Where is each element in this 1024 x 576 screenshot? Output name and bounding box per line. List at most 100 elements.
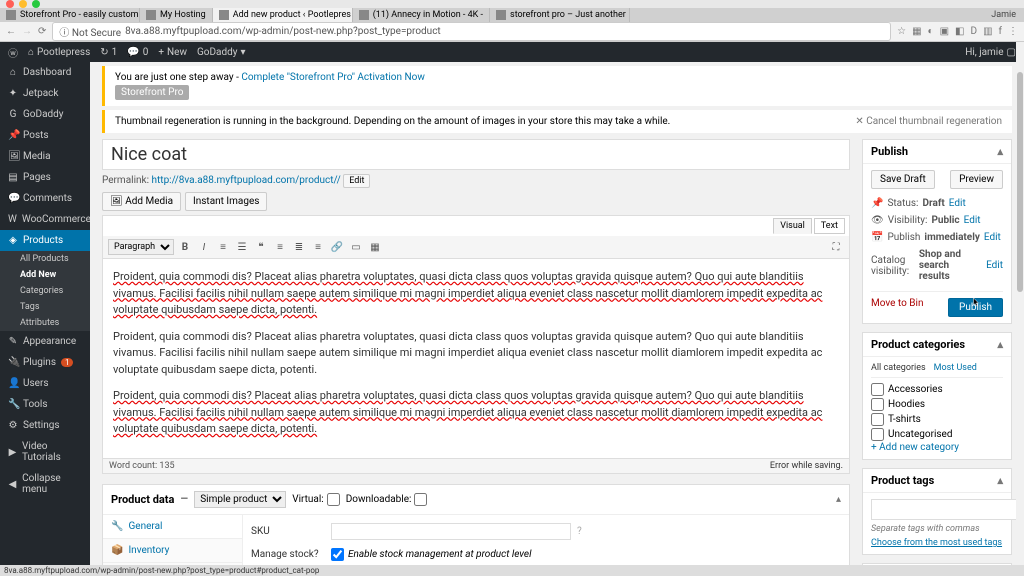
- fullscreen-icon[interactable]: ⛶: [828, 239, 844, 255]
- category-checkbox-hoodies[interactable]: Hoodies: [871, 397, 1003, 412]
- forward-button[interactable]: →: [22, 26, 32, 37]
- box-toggle-icon[interactable]: ▴: [997, 338, 1003, 351]
- scroll-thumb[interactable]: [1017, 72, 1023, 292]
- permalink-edit[interactable]: Edit: [343, 174, 370, 188]
- wp-bar-site[interactable]: ⌂ Pootlepress: [28, 47, 90, 58]
- publish-button[interactable]: Publish: [948, 298, 1003, 317]
- browser-tab[interactable]: (11) Annecy in Motion - 4K -: [353, 8, 490, 22]
- virtual-checkbox[interactable]: [327, 493, 340, 506]
- product-tab-general[interactable]: 🔧 General: [103, 515, 242, 539]
- toolbar-toggle-icon[interactable]: ▦: [367, 239, 383, 255]
- browser-tab[interactable]: storefront pro – Just another: [490, 8, 630, 22]
- more-icon[interactable]: ▭: [348, 239, 364, 255]
- editor-visual-tab[interactable]: Visual: [773, 218, 812, 234]
- category-checkbox-uncategorised[interactable]: Uncategorised: [871, 427, 1003, 442]
- instant-images-button[interactable]: Instant Images: [185, 192, 267, 211]
- sidebar-item-plugins[interactable]: 🔌Plugins 1: [0, 352, 90, 373]
- sidebar-item-appearance[interactable]: ✎Appearance: [0, 331, 90, 352]
- italic-icon[interactable]: I: [196, 239, 212, 255]
- align-right-icon[interactable]: ≡: [310, 239, 326, 255]
- sidebar-sub-all-products[interactable]: All Products: [0, 251, 90, 267]
- reload-button[interactable]: ⟳: [38, 26, 46, 37]
- url-field[interactable]: ⓘ Not Secure 8va.a88.myftpupload.com/wp-…: [52, 22, 891, 41]
- star-icon[interactable]: ☆: [897, 26, 906, 37]
- sidebar-item-users[interactable]: 👤Users: [0, 373, 90, 394]
- ext-icon[interactable]: D: [971, 26, 978, 37]
- wp-bar-new[interactable]: + New: [158, 47, 187, 58]
- ext-icon[interactable]: ◧: [955, 26, 964, 37]
- category-checkbox-t-shirts[interactable]: T-shirts: [871, 412, 1003, 427]
- ext-icon[interactable]: ▥: [983, 26, 992, 37]
- sidebar-item-collapse-menu[interactable]: ◀Collapse menu: [0, 468, 90, 500]
- cancel-regen[interactable]: ✕ Cancel thumbnail regeneration: [855, 116, 1002, 127]
- menu-icon[interactable]: ⋮: [1008, 26, 1018, 37]
- browser-tab[interactable]: Add new product ‹ Pootlepres: [213, 8, 353, 22]
- sidebar-item-posts[interactable]: 📌Posts: [0, 125, 90, 146]
- wp-bar-comments[interactable]: 💬 0: [127, 47, 148, 58]
- sidebar-item-video-tutorials[interactable]: ▶Video Tutorials: [0, 436, 90, 468]
- wp-bar-account[interactable]: Hi, jamie ▢: [965, 47, 1016, 58]
- bold-icon[interactable]: B: [177, 239, 193, 255]
- choose-tags-link[interactable]: Choose from the most used tags: [871, 538, 1002, 548]
- link-icon[interactable]: 🔗: [329, 239, 345, 255]
- save-draft-button[interactable]: Save Draft: [871, 170, 935, 189]
- edit-visibility[interactable]: Edit: [964, 215, 981, 226]
- quote-icon[interactable]: ❝: [253, 239, 269, 255]
- scrollbar[interactable]: [1016, 42, 1024, 564]
- sidebar-sub-attributes[interactable]: Attributes: [0, 315, 90, 331]
- back-button[interactable]: ←: [6, 26, 16, 37]
- cat-tab-all[interactable]: All categories: [871, 363, 926, 373]
- box-toggle-icon[interactable]: ▴: [997, 474, 1003, 487]
- category-checkbox-accessories[interactable]: Accessories: [871, 382, 1003, 397]
- sidebar-sub-categories[interactable]: Categories: [0, 283, 90, 299]
- downloadable-checkbox[interactable]: [414, 493, 427, 506]
- sidebar-sub-tags[interactable]: Tags: [0, 299, 90, 315]
- ext-icon[interactable]: ▦: [912, 26, 921, 37]
- align-center-icon[interactable]: ≣: [291, 239, 307, 255]
- sidebar-sub-add-new[interactable]: Add New: [0, 267, 90, 283]
- wp-bar-updates[interactable]: ↻ 1: [100, 47, 117, 58]
- minimize-window-dot[interactable]: [19, 0, 27, 8]
- box-toggle-icon[interactable]: ▴: [997, 145, 1003, 158]
- edit-catalog[interactable]: Edit: [986, 260, 1003, 271]
- browser-tab[interactable]: Storefront Pro - easily custom: [0, 8, 140, 22]
- tag-input[interactable]: [871, 499, 1024, 520]
- sku-input[interactable]: [331, 523, 571, 540]
- close-window-dot[interactable]: [6, 0, 14, 8]
- box-toggle-icon[interactable]: ▴: [836, 494, 841, 505]
- sidebar-item-settings[interactable]: ⚙Settings: [0, 415, 90, 436]
- preview-button[interactable]: Preview: [950, 170, 1003, 189]
- sidebar-item-godaddy[interactable]: GGoDaddy: [0, 104, 90, 125]
- ul-icon[interactable]: ≡: [215, 239, 231, 255]
- ext-icon[interactable]: f: [999, 26, 1002, 37]
- manage-stock-checkbox[interactable]: [331, 548, 344, 561]
- permalink-url[interactable]: http://8va.a88.myftpupload.com/product//: [152, 175, 341, 186]
- activation-link[interactable]: Complete "Storefront Pro" Activation Now: [241, 72, 425, 83]
- product-tab-inventory[interactable]: 📦 Inventory: [103, 539, 242, 563]
- sidebar-item-products[interactable]: ◈Products: [0, 230, 90, 251]
- wp-logo[interactable]: ⓦ: [8, 45, 18, 60]
- cat-tab-most[interactable]: Most Used: [934, 363, 977, 373]
- product-title-input[interactable]: [102, 139, 850, 170]
- add-media-button[interactable]: 🖼 Add Media: [102, 192, 181, 211]
- editor-body[interactable]: Proident, quia commodi dis? Placeat alia…: [103, 259, 849, 458]
- format-select[interactable]: Paragraph: [108, 239, 174, 255]
- ext-icon[interactable]: ◐: [928, 26, 934, 37]
- edit-status[interactable]: Edit: [949, 198, 966, 209]
- browser-tab[interactable]: My Hosting: [140, 8, 213, 22]
- sidebar-item-tools[interactable]: 🔧Tools: [0, 394, 90, 415]
- add-category-link[interactable]: + Add new category: [871, 442, 1003, 453]
- wp-bar-host[interactable]: GoDaddy ▾: [197, 47, 246, 58]
- sidebar-item-comments[interactable]: 💬Comments: [0, 188, 90, 209]
- editor-text-tab[interactable]: Text: [814, 218, 845, 234]
- ol-icon[interactable]: ☰: [234, 239, 250, 255]
- ext-icon[interactable]: ▣: [940, 26, 949, 37]
- zoom-window-dot[interactable]: [32, 0, 40, 8]
- product-type-select[interactable]: Simple product: [194, 491, 286, 508]
- sidebar-item-dashboard[interactable]: ⌂Dashboard: [0, 62, 90, 83]
- align-left-icon[interactable]: ≡: [272, 239, 288, 255]
- sidebar-item-jetpack[interactable]: ✦Jetpack: [0, 83, 90, 104]
- sidebar-item-woocommerce[interactable]: WWooCommerce: [0, 209, 90, 230]
- sidebar-item-media[interactable]: 🖼Media: [0, 146, 90, 167]
- move-to-bin[interactable]: Move to Bin: [871, 298, 923, 317]
